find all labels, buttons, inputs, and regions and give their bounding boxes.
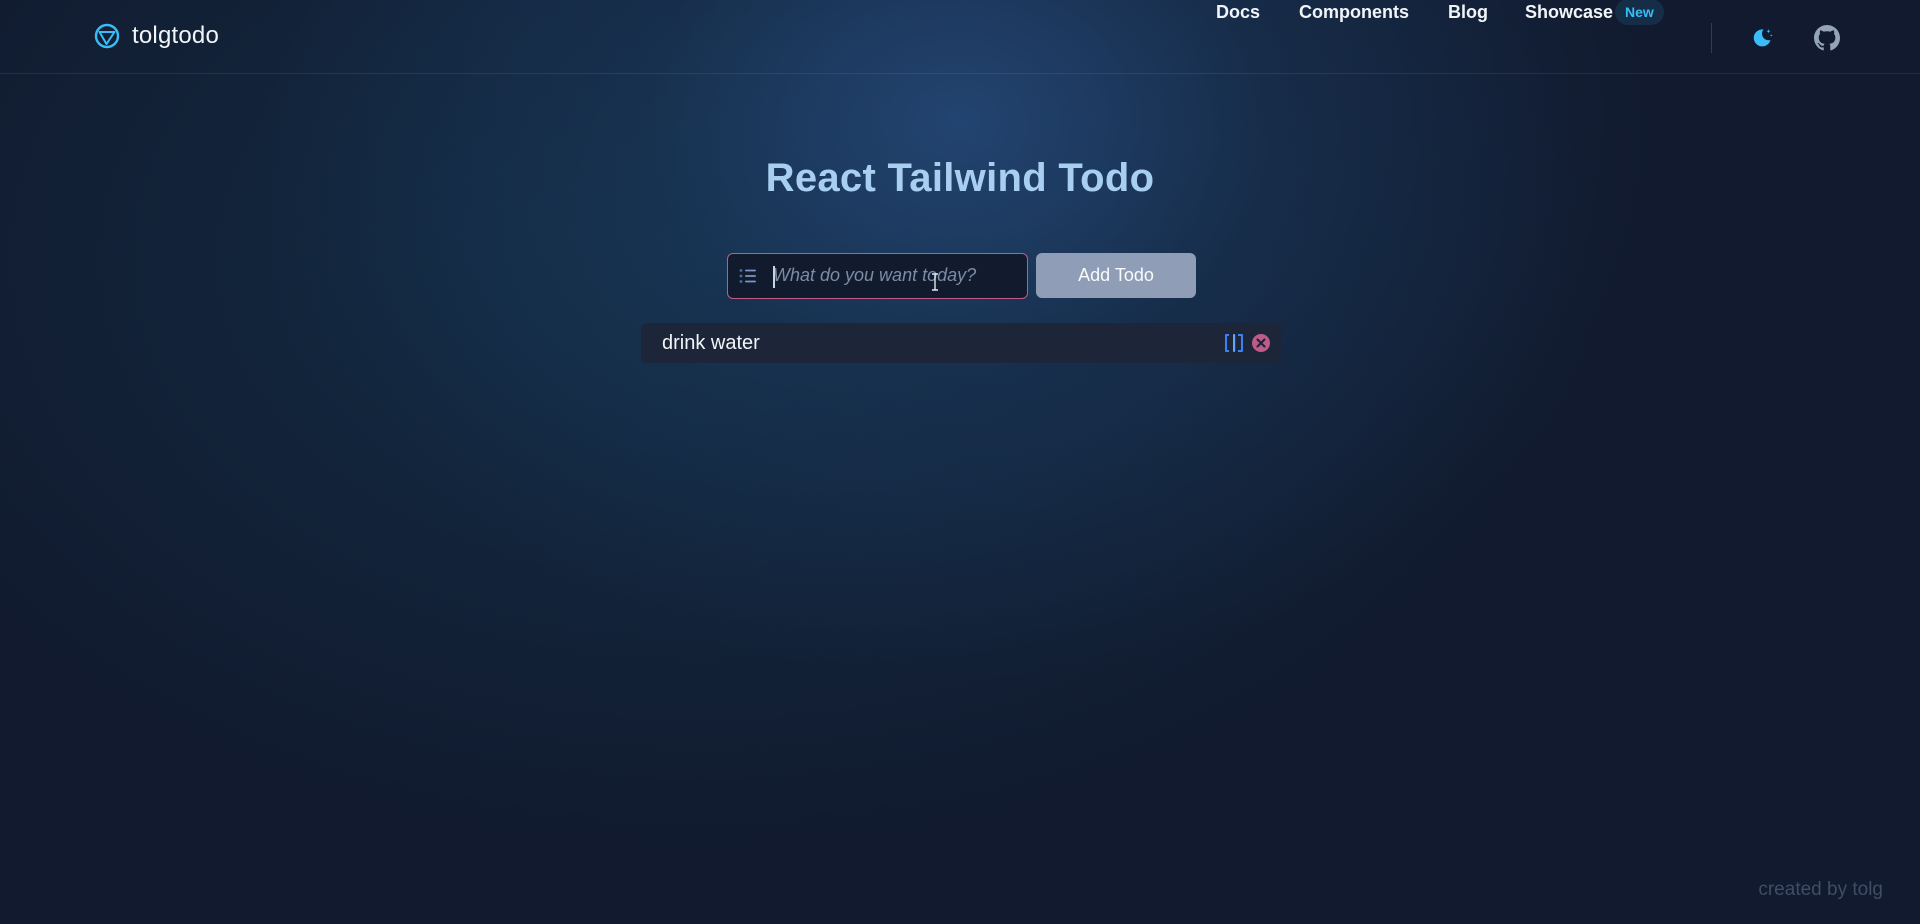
todo-text: drink water <box>662 332 760 354</box>
logo-icon <box>94 23 120 49</box>
nav-showcase[interactable]: Showcase <box>1525 0 1613 24</box>
new-badge: New <box>1615 0 1664 25</box>
nav-components[interactable]: Components <box>1299 0 1409 24</box>
moon-icon <box>1753 29 1773 47</box>
github-icon <box>1814 25 1840 51</box>
nav-divider <box>1711 23 1712 53</box>
top-navbar: tolgtodo Docs Components Blog Showcase N… <box>0 0 1920 74</box>
todo-input[interactable] <box>771 254 1021 297</box>
list-icon <box>739 269 756 283</box>
delete-icon[interactable] <box>1251 333 1271 353</box>
todo-item: drink water <box>641 323 1282 363</box>
brand-logo-link[interactable]: tolgtodo <box>94 22 219 50</box>
nav-docs[interactable]: Docs <box>1216 0 1260 24</box>
edit-icon[interactable] <box>1223 333 1245 353</box>
footer-credit: created by tolg <box>1758 879 1883 900</box>
brand-name: tolgtodo <box>132 22 220 49</box>
nav-blog[interactable]: Blog <box>1448 0 1488 24</box>
theme-toggle-button[interactable] <box>1747 23 1777 53</box>
page-title: React Tailwind Todo <box>765 156 1155 200</box>
github-link-button[interactable] <box>1812 23 1842 53</box>
text-cursor-icon <box>932 273 938 291</box>
text-caret <box>773 266 775 288</box>
todo-input-container <box>727 253 1028 299</box>
add-todo-button[interactable]: Add Todo <box>1036 253 1196 298</box>
